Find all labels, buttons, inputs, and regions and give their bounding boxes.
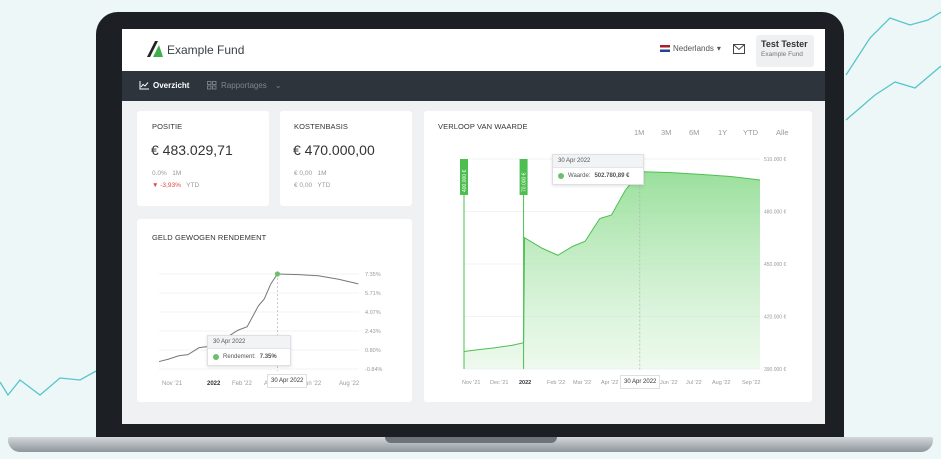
card-title: POSITIE: [152, 122, 183, 131]
x-tick-label: Aug '22: [339, 381, 360, 387]
nav-reports[interactable]: Rapportages ⌄: [207, 81, 282, 90]
range-1m-button[interactable]: 1M: [634, 128, 644, 137]
verloop-card: VERLOOP VAN WAARDE 510.000 €480.000 €450…: [424, 111, 812, 402]
range-3m-button[interactable]: 3M: [661, 128, 671, 137]
x-tick-label: Dec '21: [490, 380, 508, 386]
language-selector[interactable]: Nederlands ▾: [660, 44, 721, 53]
tooltip-body: Waarde: 502.780,89 €: [553, 168, 643, 184]
positie-ytd-row: ▼ -3,93% YTD: [152, 182, 199, 189]
arrow-down-icon: ▼: [152, 182, 159, 189]
series-dot: [213, 354, 219, 360]
user-fund: Example Fund: [761, 51, 803, 58]
y-tick-label: 450.000 €: [764, 262, 786, 268]
y-tick-label: 4.07%: [365, 310, 381, 316]
positie-1m-period: 1M: [172, 170, 182, 177]
value-area: [464, 171, 760, 369]
x-crosshair-label: 30 Apr 2022: [267, 374, 308, 388]
positie-1m-row: 0.0% 1M: [152, 170, 181, 177]
y-tick-label: 7.35%: [365, 272, 381, 278]
kostenbasis-card: KOSTENBASIS € 470.000,00 € 0,00 1M € 0,0…: [280, 111, 412, 206]
kostenbasis-ytd-period: YTD: [317, 182, 331, 189]
y-tick-label: 5.71%: [365, 291, 381, 297]
x-tick-label: Jul '22: [686, 380, 702, 386]
x-tick-label: Nov '21: [162, 381, 183, 387]
nav-overview-label: Overzicht: [153, 81, 190, 90]
kostenbasis-ytd-value: € 0,00: [294, 182, 313, 189]
y-tick-label: 390.000 €: [764, 367, 786, 373]
x-tick-label: Mar '22: [573, 380, 591, 386]
y-tick-label: 480.000 €: [764, 210, 786, 216]
kostenbasis-value: € 470.000,00: [293, 142, 375, 158]
nav-reports-label: Rapportages: [221, 81, 267, 90]
kostenbasis-1m-period: 1M: [317, 170, 327, 177]
x-tick-label: Aug '22: [712, 380, 730, 386]
tooltip-date: 30 Apr 2022: [208, 336, 290, 349]
range-all-button[interactable]: Alle: [776, 128, 789, 137]
positie-1m-value: 0.0%: [152, 170, 167, 177]
series-dot: [558, 173, 564, 179]
y-tick-label: 0.80%: [365, 348, 381, 354]
card-title: KOSTENBASIS: [294, 122, 349, 131]
x-tick-label: Jun '22: [660, 380, 678, 386]
fund-logo-icon: [147, 41, 163, 57]
tooltip-date: 30 Apr 2022: [553, 155, 643, 168]
tooltip-body: Rendement: 7.35%: [208, 349, 290, 365]
x-tick-label: Feb '22: [232, 381, 252, 387]
app-screen: Example Fund Nederlands ▾ Test Tester Ex…: [122, 29, 825, 424]
main-navigation: Overzicht Rapportages ⌄: [122, 71, 825, 101]
logo-text: Example Fund: [167, 43, 245, 57]
chevron-down-icon: ⌄: [274, 81, 282, 90]
nav-overview[interactable]: Overzicht: [139, 81, 189, 90]
positie-card: POSITIE € 483.029,71 0.0% 1M ▼ -3,93% YT…: [137, 111, 269, 206]
dutch-flag-icon: [660, 45, 670, 52]
user-name: Test Tester: [761, 39, 808, 49]
tooltip-value: 502.780,89 €: [594, 173, 630, 179]
highlight-point: [274, 271, 281, 277]
positie-value: € 483.029,71: [151, 142, 233, 158]
chevron-down-icon: ▾: [716, 44, 721, 53]
rendement-card: GELD GEWOGEN RENDEMENT 7.35% 5.71% 4.07% 2.…: [137, 219, 412, 402]
range-1y-button[interactable]: 1Y: [718, 128, 727, 137]
x-tick-label: 2022: [207, 381, 221, 387]
grid-icon: [207, 81, 217, 90]
y-tick-label: 510.000 €: [764, 157, 786, 163]
x-tick-label: 2022: [519, 380, 531, 386]
x-tick-label: Apr '22: [601, 380, 618, 386]
y-tick-label: -0.84%: [365, 367, 383, 373]
range-6m-button[interactable]: 6M: [689, 128, 699, 137]
mail-icon[interactable]: [733, 44, 745, 54]
kostenbasis-1m-row: € 0,00 1M: [294, 170, 327, 177]
rendement-tooltip: 30 Apr 2022 Rendement: 7.35%: [207, 335, 291, 366]
language-label: Nederlands: [673, 44, 714, 53]
deposit-marker-label: 70.000 €: [522, 172, 528, 192]
kostenbasis-1m-value: € 0,00: [294, 170, 313, 177]
verloop-tooltip: 30 Apr 2022 Waarde: 502.780,89 €: [552, 154, 644, 185]
positie-ytd-value: -3,93%: [160, 182, 181, 189]
tooltip-label: Rendement:: [223, 354, 256, 360]
line-chart-icon: [139, 81, 149, 90]
range-ytd-button[interactable]: YTD: [743, 128, 758, 137]
kostenbasis-ytd-row: € 0,00 YTD: [294, 182, 330, 189]
x-tick-label: Nov '21: [462, 380, 480, 386]
y-tick-label: 2.43%: [365, 329, 381, 335]
top-bar: Example Fund Nederlands ▾ Test Tester Ex…: [122, 29, 825, 71]
laptop-notch: [385, 437, 557, 443]
y-tick-label: 420.000 €: [764, 315, 786, 321]
tooltip-value: 7.35%: [259, 354, 277, 360]
x-tick-label: Feb '22: [547, 380, 565, 386]
deposit-marker-label: 400.000 €: [462, 170, 468, 192]
user-menu[interactable]: Test Tester Example Fund: [756, 35, 814, 67]
positie-ytd-period: YTD: [186, 182, 200, 189]
tooltip-label: Waarde:: [568, 173, 591, 179]
x-crosshair-label: 30 Apr 2022: [620, 375, 661, 389]
x-tick-label: Sep '22: [742, 380, 760, 386]
